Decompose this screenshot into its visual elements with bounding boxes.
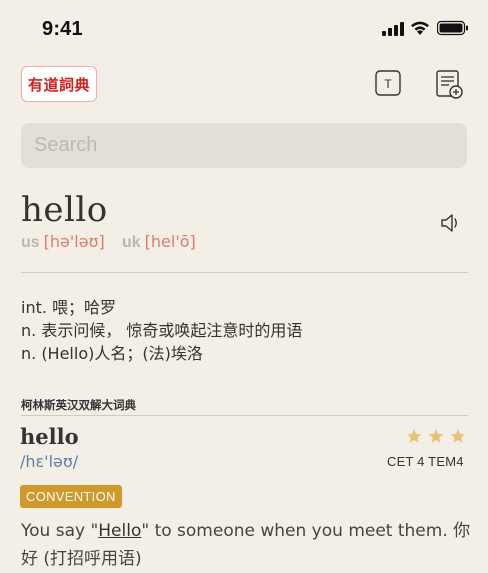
star-icon <box>428 429 444 443</box>
star-icon <box>406 429 422 443</box>
example-sentence: You say "Hello" to someone when you meet… <box>21 517 471 573</box>
wifi-icon <box>411 21 429 35</box>
collins-dictionary-title: 柯林斯英汉双解大词典 <box>21 398 136 412</box>
definition-line: int. 喂；哈罗 <box>21 298 117 317</box>
uk-label: uk <box>122 234 141 251</box>
search-input[interactable] <box>21 123 467 168</box>
example-text-pre: You say " <box>21 521 99 541</box>
example-highlight-word[interactable]: Hello <box>98 521 141 541</box>
us-pronunciation[interactable]: us [hə'ləʊ] <box>21 232 105 252</box>
speaker-icon[interactable] <box>440 212 460 234</box>
usage-badge: CONVENTION <box>20 485 122 508</box>
collins-headword: hello <box>20 424 79 449</box>
youdao-logo-button[interactable]: 有道詞典 <box>21 66 97 102</box>
uk-ipa: [hel'ō] <box>144 232 196 251</box>
status-bar: 9:41 <box>0 0 488 58</box>
basic-definitions: int. 喂；哈罗 n. 表示问候， 惊奇或唤起注意时的用语 n. (Hello… <box>21 296 302 365</box>
font-size-icon[interactable]: T <box>375 70 401 96</box>
definition-line: n. 表示问候， 惊奇或唤起注意时的用语 <box>21 321 303 340</box>
uk-pronunciation[interactable]: uk [hel'ō] <box>122 232 196 252</box>
battery-icon <box>437 20 468 36</box>
cellular-signal-icon <box>382 22 404 36</box>
headword: hello <box>21 190 108 230</box>
wordbook-add-icon[interactable] <box>436 70 464 100</box>
us-label: us <box>21 234 40 251</box>
collins-ipa: /hɛ'ləʊ/ <box>20 452 79 471</box>
star-icon <box>450 429 466 443</box>
svg-text:T: T <box>384 77 392 91</box>
frequency-stars <box>406 428 466 444</box>
definition-line: n. (Hello)人名；(法)埃洛 <box>21 344 203 363</box>
divider <box>21 272 468 273</box>
exam-levels: CET 4 TEM4 <box>387 454 464 469</box>
divider <box>21 415 468 416</box>
status-time: 9:41 <box>42 18 83 40</box>
us-ipa: [hə'ləʊ] <box>43 232 105 251</box>
